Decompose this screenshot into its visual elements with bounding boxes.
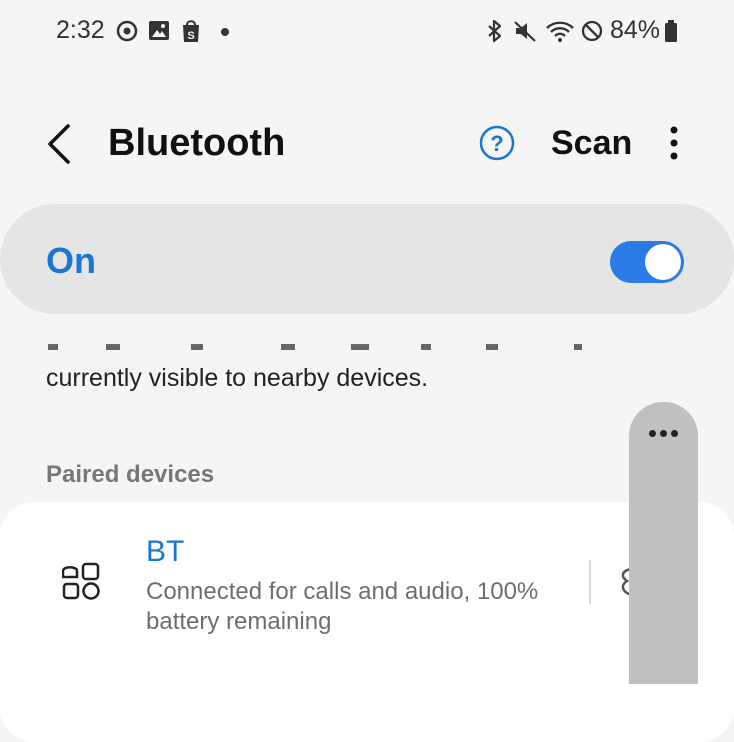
back-button[interactable] [44, 122, 74, 166]
app-bar: Bluetooth ? Scan [0, 100, 734, 190]
help-icon[interactable]: ? [478, 124, 516, 162]
image-icon [149, 21, 169, 40]
device-category-icon [62, 562, 100, 600]
bluetooth-switch[interactable] [610, 241, 684, 283]
do-not-disturb-icon [581, 20, 603, 42]
sync-icon [116, 20, 138, 42]
mute-icon [514, 21, 536, 42]
status-bar: 2:32 S 84% [0, 0, 734, 64]
battery-icon [665, 20, 677, 42]
ellipsis-icon [629, 424, 698, 442]
visibility-description: currently visible to nearby devices. [46, 364, 429, 392]
toggle-label: On [46, 240, 96, 281]
shopping-bag-icon: S [183, 20, 199, 42]
more-options-icon[interactable] [668, 124, 680, 162]
scan-button[interactable]: Scan [551, 124, 632, 163]
device-name[interactable]: BT [146, 535, 184, 569]
bluetooth-icon [488, 19, 502, 43]
svg-text:S: S [187, 30, 194, 42]
bluetooth-toggle-row[interactable]: On [0, 204, 734, 314]
notification-dot-icon [221, 28, 229, 36]
paired-devices-header: Paired devices [46, 461, 215, 488]
device-status: Connected for calls and audio, 100% batt… [146, 578, 539, 635]
page-title: Bluetooth [108, 122, 286, 164]
battery-percentage: 84% [610, 16, 661, 44]
svg-text:?: ? [490, 131, 503, 156]
switch-knob [645, 244, 681, 280]
status-time: 2:32 [56, 16, 105, 44]
divider [589, 560, 591, 604]
clipped-text-fragment [48, 344, 582, 350]
wifi-icon [546, 21, 574, 42]
floating-edge-panel[interactable] [629, 402, 698, 684]
